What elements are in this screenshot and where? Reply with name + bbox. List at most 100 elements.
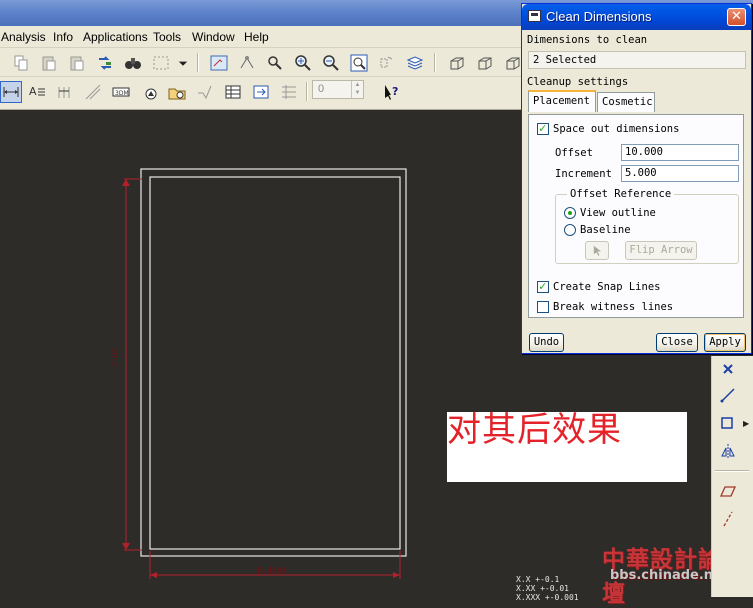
dimension-horizontal-value: 8.400 bbox=[257, 566, 286, 577]
tab-placement-label: Placement bbox=[533, 95, 590, 107]
find-binoculars-icon[interactable] bbox=[122, 52, 144, 74]
view-outline-radio[interactable] bbox=[564, 207, 576, 219]
paste-icon[interactable] bbox=[38, 52, 60, 74]
zoom-in-icon[interactable] bbox=[292, 52, 314, 74]
cleanup-settings-label: Cleanup settings bbox=[527, 76, 629, 88]
tolerance-line: X.XX +-0.01 bbox=[516, 584, 569, 593]
break-witness-label: Break witness lines bbox=[553, 301, 674, 313]
annotation-note: 对其后效果 bbox=[447, 412, 687, 482]
rectangle-tool-icon[interactable] bbox=[717, 412, 739, 434]
dimensions-label: Dimensions to clean bbox=[527, 34, 648, 46]
regenerate-icon[interactable] bbox=[94, 52, 116, 74]
angular-dim-icon[interactable] bbox=[82, 81, 104, 103]
menu-window[interactable]: Window bbox=[192, 30, 235, 44]
refit-icon[interactable] bbox=[348, 52, 370, 74]
svg-text:3DM: 3DM bbox=[115, 90, 129, 97]
baseline-label: Baseline bbox=[580, 224, 631, 236]
context-help-icon[interactable]: ? bbox=[380, 81, 402, 103]
view-outline-inner bbox=[149, 176, 401, 550]
chevron-down-icon[interactable] bbox=[176, 52, 190, 74]
increment-input[interactable]: 5.000 bbox=[621, 165, 739, 182]
annotation-text: 对其后效果 bbox=[447, 410, 622, 450]
space-out-label: Space out dimensions bbox=[553, 123, 680, 135]
selected-dimensions-field[interactable]: 2 Selected bbox=[528, 51, 746, 69]
break-witness-checkbox[interactable] bbox=[537, 301, 549, 313]
tab-placement[interactable]: Placement bbox=[528, 90, 596, 112]
layers-icon[interactable] bbox=[404, 52, 426, 74]
select-arrow-button[interactable] bbox=[585, 241, 609, 260]
increment-value: 5.000 bbox=[625, 167, 657, 179]
undo-button[interactable]: Undo bbox=[529, 333, 564, 352]
baseline-radio[interactable] bbox=[564, 224, 576, 236]
repaint-icon[interactable] bbox=[264, 52, 286, 74]
view-outline-outer bbox=[140, 168, 407, 557]
section-icon[interactable] bbox=[376, 52, 398, 74]
ordinate-dim-icon[interactable]: 3DM bbox=[110, 81, 132, 103]
menu-analysis[interactable]: Analysis bbox=[1, 30, 46, 44]
dimension-align-icon[interactable] bbox=[0, 81, 22, 103]
clean-dims-icon[interactable] bbox=[54, 81, 76, 103]
dimension-vertical-value: 250 bbox=[110, 349, 121, 368]
flip-arrow-button[interactable]: Flip Arrow bbox=[625, 241, 697, 260]
placement-panel: Space out dimensions Offset 10.000 Incre… bbox=[528, 114, 744, 318]
close-x-icon[interactable] bbox=[717, 358, 739, 380]
table-update-icon[interactable] bbox=[250, 81, 272, 103]
view-outline-label: View outline bbox=[580, 207, 656, 219]
diagonal-line-icon[interactable] bbox=[717, 508, 739, 530]
draft-grid-icon[interactable] bbox=[208, 52, 230, 74]
menu-info[interactable]: Info bbox=[53, 30, 73, 44]
copy-icon[interactable] bbox=[10, 52, 32, 74]
svg-text:?: ? bbox=[392, 85, 398, 98]
mirror-tool-icon[interactable] bbox=[717, 440, 739, 462]
dialog-app-icon bbox=[528, 10, 541, 22]
flyout-arrow-icon[interactable]: ▶ bbox=[743, 419, 749, 428]
apply-button[interactable]: Apply bbox=[704, 333, 746, 352]
close-label: Close bbox=[661, 336, 693, 348]
tolerance-table: X.X +-0.1 X.XX +-0.01 X.XXX +-0.001 bbox=[516, 575, 579, 602]
repeat-region-icon[interactable] bbox=[278, 81, 300, 103]
clean-dimensions-dialog: Clean Dimensions ✕ Dimensions to clean 2… bbox=[521, 3, 752, 354]
offset-label: Offset bbox=[555, 147, 593, 159]
paste-special-icon[interactable] bbox=[66, 52, 88, 74]
right-sketch-toolbar: ▶ bbox=[711, 356, 753, 597]
tab-cosmetic[interactable]: Cosmetic bbox=[597, 92, 655, 112]
view-wireframe-icon[interactable] bbox=[474, 52, 496, 74]
parallelogram-tool-icon[interactable] bbox=[717, 480, 739, 502]
select-box-icon[interactable] bbox=[150, 52, 172, 74]
undo-label: Undo bbox=[533, 336, 560, 348]
dialog-title-bar[interactable]: Clean Dimensions ✕ bbox=[522, 4, 751, 30]
view-iso-icon[interactable] bbox=[446, 52, 468, 74]
dialog-title: Clean Dimensions bbox=[546, 9, 652, 24]
text-style-icon[interactable]: A bbox=[26, 81, 48, 103]
datum-axes-icon[interactable] bbox=[236, 52, 258, 74]
zoom-out-icon[interactable] bbox=[320, 52, 342, 74]
number-spinner[interactable]: 0 ▲ ▼ bbox=[312, 80, 364, 99]
menu-help[interactable]: Help bbox=[244, 30, 269, 44]
tolerance-line: X.X +-0.1 bbox=[516, 575, 560, 584]
apply-label: Apply bbox=[709, 336, 741, 348]
spinner-value: 0 bbox=[318, 83, 325, 95]
menu-tools[interactable]: Tools bbox=[153, 30, 181, 44]
offset-value: 10.000 bbox=[625, 146, 663, 158]
create-snap-lines-label: Create Snap Lines bbox=[553, 281, 661, 293]
surface-finish-icon[interactable] bbox=[194, 81, 216, 103]
close-icon[interactable]: ✕ bbox=[727, 8, 746, 26]
pointer-icon bbox=[593, 245, 601, 256]
line-tool-icon[interactable] bbox=[717, 384, 739, 406]
menu-applications[interactable]: Applications bbox=[83, 30, 148, 44]
increment-label: Increment bbox=[555, 168, 612, 180]
close-button[interactable]: Close bbox=[656, 333, 698, 352]
space-out-checkbox[interactable] bbox=[537, 121, 549, 135]
svg-text:A: A bbox=[29, 85, 37, 98]
selected-value: 2 Selected bbox=[533, 54, 597, 66]
folder-symbol-icon[interactable] bbox=[166, 81, 188, 103]
spinner-arrows-icon[interactable]: ▲ ▼ bbox=[351, 81, 363, 98]
create-snap-lines-checkbox[interactable] bbox=[537, 279, 549, 293]
table-icon[interactable] bbox=[222, 81, 244, 103]
offset-reference-label: Offset Reference bbox=[567, 188, 675, 200]
offset-input[interactable]: 10.000 bbox=[621, 144, 739, 161]
tab-cosmetic-label: Cosmetic bbox=[602, 96, 653, 108]
dimension-vertical-lines bbox=[124, 178, 142, 551]
flip-arrow-label: Flip Arrow bbox=[629, 244, 693, 256]
datum-target-icon[interactable] bbox=[140, 81, 162, 103]
